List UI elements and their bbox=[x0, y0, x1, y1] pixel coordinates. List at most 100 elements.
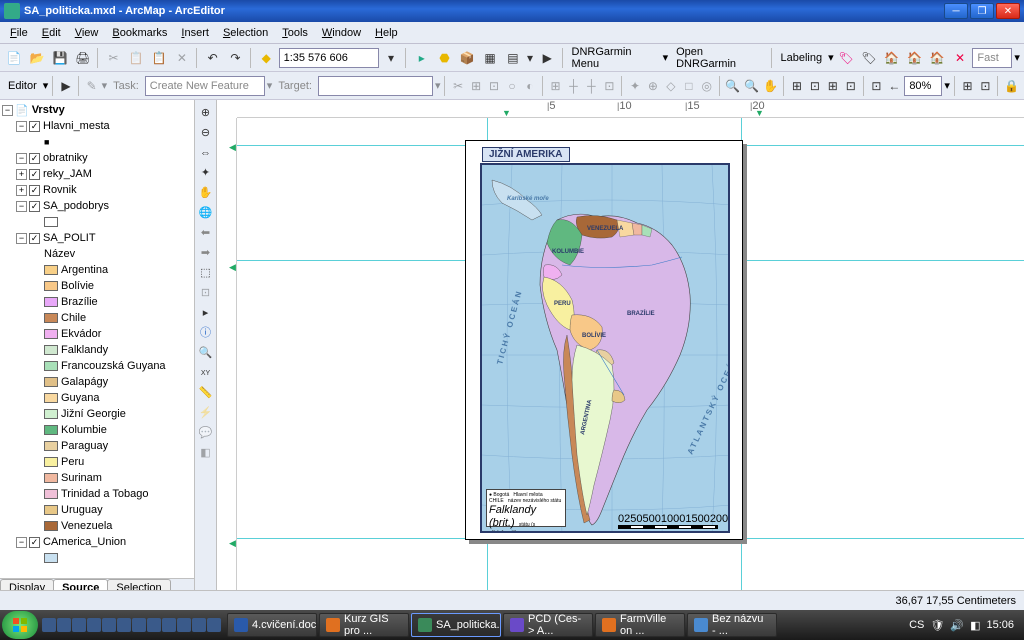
l9[interactable]: 🔒 bbox=[1003, 75, 1020, 97]
pointer-icon[interactable]: ▸ bbox=[197, 304, 215, 322]
task-select[interactable] bbox=[145, 76, 265, 96]
tree-row[interactable]: Ekvádor bbox=[2, 326, 192, 342]
delete-button[interactable]: ✕ bbox=[172, 47, 193, 69]
taskbar-task[interactable]: 4.cvičení.doc... bbox=[227, 613, 317, 637]
layout-page[interactable]: JIŽNÍ AMERIKA bbox=[465, 140, 743, 540]
t12[interactable]: ◇ bbox=[663, 75, 679, 97]
tree-row[interactable]: Peru bbox=[2, 454, 192, 470]
minimize-button[interactable]: ─ bbox=[944, 3, 968, 19]
tree-row[interactable]: −Hlavni_mesta bbox=[2, 118, 192, 134]
t8[interactable]: ┼ bbox=[583, 75, 599, 97]
arctoolbox-button[interactable]: 📦 bbox=[457, 47, 478, 69]
fixed-zoomout-icon[interactable]: ✦ bbox=[197, 164, 215, 182]
taskbar-task[interactable]: Kurz GIS pro ... bbox=[319, 613, 409, 637]
menu-help[interactable]: Help bbox=[369, 25, 404, 41]
layout-pan[interactable]: ✋ bbox=[762, 75, 779, 97]
target-select[interactable] bbox=[318, 76, 433, 96]
t3[interactable]: ⊡ bbox=[486, 75, 502, 97]
dnr-menu[interactable]: DNRGarmin Menu bbox=[568, 46, 661, 70]
tree-row[interactable]: +reky_JAM bbox=[2, 166, 192, 182]
lang-indicator[interactable]: CS bbox=[909, 619, 924, 631]
tree-row[interactable]: Jižní Georgie bbox=[2, 406, 192, 422]
tree-row[interactable]: −CAmerica_Union bbox=[2, 534, 192, 550]
copy-button[interactable]: 📋 bbox=[126, 47, 147, 69]
l3[interactable]: ⊞ bbox=[825, 75, 841, 97]
hyperlink-icon[interactable]: ⚡ bbox=[197, 404, 215, 422]
t7[interactable]: ┼ bbox=[566, 75, 582, 97]
select-icon[interactable]: ⬚ bbox=[197, 264, 215, 282]
paste-button[interactable]: 📋 bbox=[149, 47, 170, 69]
t5[interactable]: ◐ bbox=[522, 75, 538, 97]
tree-row[interactable]: −obratniky bbox=[2, 150, 192, 166]
t4[interactable]: ○ bbox=[504, 75, 520, 97]
tree-row[interactable]: Guyana bbox=[2, 390, 192, 406]
scale-dropdown[interactable]: ▾ bbox=[381, 47, 402, 69]
l4[interactable]: ⊡ bbox=[843, 75, 859, 97]
t11[interactable]: ⊕ bbox=[645, 75, 661, 97]
open-button[interactable]: 📂 bbox=[27, 47, 48, 69]
maximize-button[interactable]: ❐ bbox=[970, 3, 994, 19]
menu-file[interactable]: File bbox=[4, 25, 34, 41]
quick-launch[interactable] bbox=[42, 618, 221, 632]
full-extent-icon[interactable]: 🌐 bbox=[197, 204, 215, 222]
tree-row[interactable]: Argentina bbox=[2, 262, 192, 278]
identify-icon[interactable]: ⓘ bbox=[197, 324, 215, 342]
tree-row[interactable]: Venezuela bbox=[2, 518, 192, 534]
tree-row[interactable]: Surinam bbox=[2, 470, 192, 486]
map-legend[interactable]: ● Bogotá Hlavní městaCHILE název nezávis… bbox=[486, 489, 566, 527]
save-button[interactable]: 💾 bbox=[50, 47, 71, 69]
layout-view[interactable]: |5 |10 |15 |20 ▼ ▼ ◀ ◀ ◀ JIŽNÍ AMERIKA bbox=[217, 100, 1024, 598]
l1[interactable]: ⊞ bbox=[789, 75, 805, 97]
dd-icon[interactable]: ▾ bbox=[525, 47, 535, 69]
l7[interactable]: ⊞ bbox=[960, 75, 976, 97]
label-btn2[interactable]: 🏷 bbox=[858, 47, 879, 69]
open-dnr[interactable]: Open DNRGarmin bbox=[670, 46, 766, 70]
edit-tool[interactable]: ▶ bbox=[58, 75, 74, 97]
pan-icon[interactable]: ✋ bbox=[197, 184, 215, 202]
fast-input[interactable] bbox=[972, 48, 1012, 68]
cut-button[interactable]: ✂ bbox=[103, 47, 124, 69]
data-frame[interactable]: VENEZUELA KOLUMBIE PERU BRAZÍLIE BOLÍVIE… bbox=[480, 163, 730, 533]
labeling-menu[interactable]: Labeling bbox=[777, 52, 827, 64]
menu-tools[interactable]: Tools bbox=[276, 25, 314, 41]
html-popup-icon[interactable]: 💬 bbox=[197, 424, 215, 442]
tree-row[interactable] bbox=[2, 550, 192, 566]
l6[interactable]: ← bbox=[886, 75, 902, 97]
system-tray[interactable]: CS 🛡 🔊 ◧ 15:06 bbox=[901, 619, 1022, 632]
t-end-icon[interactable]: ◧ bbox=[197, 444, 215, 462]
scale-bar[interactable]: 0250500100015002000 bbox=[618, 513, 718, 523]
model-button[interactable]: ▤ bbox=[503, 47, 524, 69]
redo-button[interactable]: ↷ bbox=[225, 47, 246, 69]
label-btn4[interactable]: 🏠 bbox=[904, 47, 925, 69]
scale-input[interactable] bbox=[279, 48, 379, 68]
find-icon[interactable]: 🔍 bbox=[197, 344, 215, 362]
l8[interactable]: ⊡ bbox=[977, 75, 993, 97]
forward-icon[interactable]: ➡ bbox=[197, 244, 215, 262]
editor-menu[interactable]: Editor bbox=[4, 80, 41, 92]
layout-zoom[interactable] bbox=[904, 76, 942, 96]
t1[interactable]: ✂ bbox=[450, 75, 466, 97]
layout-zoomout[interactable]: 🔍 bbox=[743, 75, 760, 97]
clear-sel-icon[interactable]: ⊡ bbox=[197, 284, 215, 302]
undo-button[interactable]: ↶ bbox=[202, 47, 223, 69]
menu-insert[interactable]: Insert bbox=[175, 25, 215, 41]
toc-tree[interactable]: −📄Vrstvy−Hlavni_mesta■−obratniky+reky_JA… bbox=[0, 100, 194, 578]
t10[interactable]: ✦ bbox=[627, 75, 643, 97]
tree-row[interactable]: Uruguay bbox=[2, 502, 192, 518]
menu-edit[interactable]: Edit bbox=[36, 25, 67, 41]
label-btn3[interactable]: 🏠 bbox=[881, 47, 902, 69]
clock[interactable]: 15:06 bbox=[986, 619, 1014, 631]
t6[interactable]: ⊞ bbox=[548, 75, 564, 97]
taskbar-task[interactable]: SA_politicka.... bbox=[411, 613, 501, 637]
t14[interactable]: ◎ bbox=[699, 75, 715, 97]
label-btn5[interactable]: 🏠 bbox=[927, 47, 948, 69]
tree-row[interactable]: Brazílie bbox=[2, 294, 192, 310]
python-button[interactable]: ▶ bbox=[537, 47, 558, 69]
label-btn1[interactable]: 🏷 bbox=[836, 47, 857, 69]
label-btn6[interactable]: ✕ bbox=[950, 47, 971, 69]
tree-row[interactable]: +Rovnik bbox=[2, 182, 192, 198]
taskbar-task[interactable]: Bez názvu - ... bbox=[687, 613, 777, 637]
tree-row[interactable] bbox=[2, 214, 192, 230]
taskbar-task[interactable]: FarmVille on ... bbox=[595, 613, 685, 637]
tray-icon[interactable]: 🛡 bbox=[930, 619, 944, 632]
